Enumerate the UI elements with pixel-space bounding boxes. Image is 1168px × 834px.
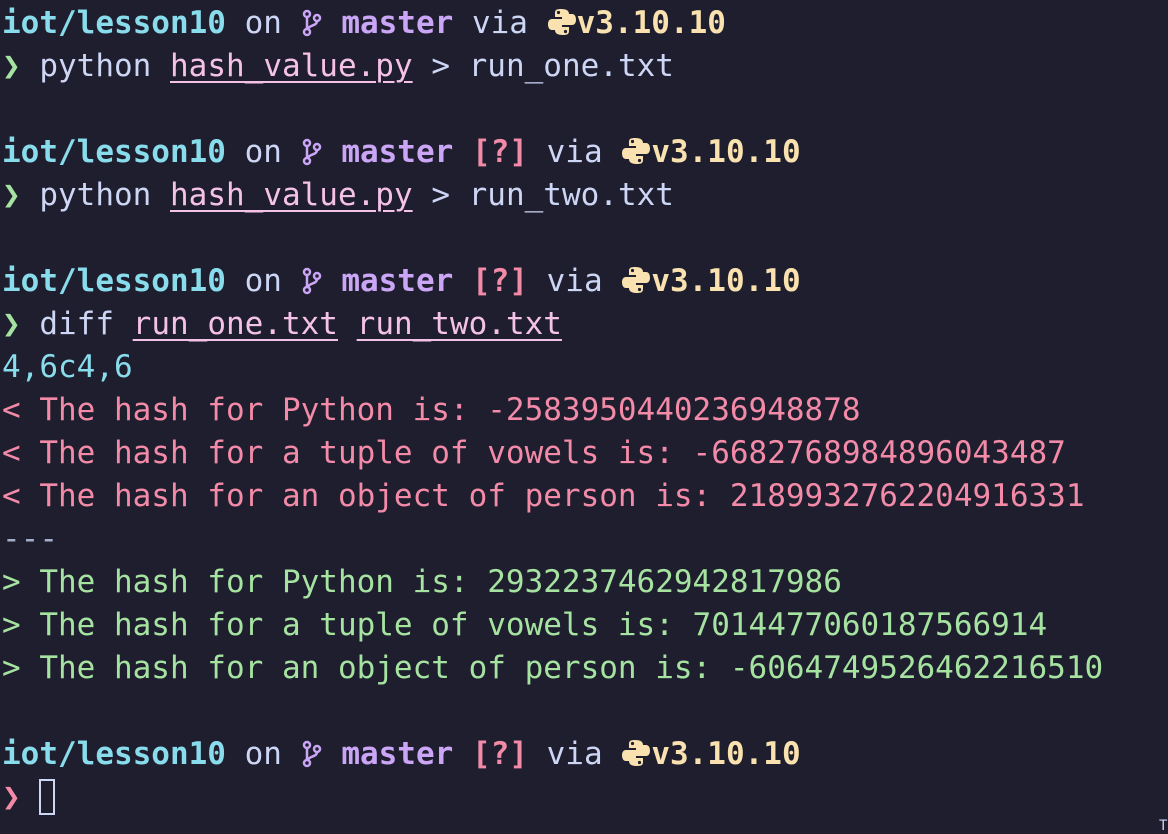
git-status: [?] [471, 134, 528, 170]
command-argument[interactable]: hash_value.py [170, 48, 413, 84]
command-argument[interactable]: run_two.txt [357, 306, 562, 342]
prompt-on-label: on [244, 134, 282, 170]
git-status: [?] [471, 263, 528, 299]
python-icon [621, 264, 651, 307]
git-branch-name: master [341, 263, 454, 299]
corner-glyph: T [1159, 818, 1168, 834]
prompt-via-label: via [546, 263, 603, 299]
command-line: ❯ python hash_value.py > run_one.txt [2, 45, 1168, 88]
git-branch-name: master [341, 736, 454, 772]
diff-added-line: > The hash for an object of person is: -… [2, 650, 1104, 686]
prompt-symbol: ❯ [2, 48, 21, 84]
command-line: ❯ python hash_value.py > run_two.txt [2, 174, 1168, 217]
prompt-symbol: ❯ [2, 779, 21, 815]
command-argument[interactable]: run_one.txt [133, 306, 338, 342]
git-branch-name: master [341, 5, 454, 41]
prompt-via-label: via [546, 736, 603, 772]
command-line: ❯ diff run_one.txt run_two.txt [2, 303, 1168, 346]
command-name: diff [39, 306, 114, 342]
python-icon [621, 135, 651, 178]
diff-separator: --- [2, 521, 58, 557]
diff-removed-line: < The hash for an object of person is: 2… [2, 478, 1085, 514]
command-name: python [39, 177, 152, 213]
python-icon [621, 737, 651, 780]
command-line[interactable]: ❯ [2, 776, 1168, 819]
git-branch-icon [301, 6, 323, 49]
prompt-directory: iot/lesson10 [2, 736, 226, 772]
prompt-via-label: via [471, 5, 528, 41]
prompt-symbol: ❯ [2, 306, 21, 342]
diff-removed-line: < The hash for Python is: -2583950440236… [2, 392, 861, 428]
prompt-line: iot/lesson10 on master via v3.10.10 [2, 2, 1168, 45]
python-version: v3.10.10 [651, 134, 801, 170]
diff-removed-line: < The hash for a tuple of vowels is: -66… [2, 435, 1066, 471]
command-redirect: > run_two.txt [431, 177, 674, 213]
prompt-on-label: on [244, 5, 282, 41]
terminal-cursor[interactable] [39, 779, 56, 815]
prompt-directory: iot/lesson10 [2, 134, 226, 170]
git-branch-name: master [341, 134, 454, 170]
git-branch-icon [301, 264, 323, 307]
python-version: v3.10.10 [651, 736, 801, 772]
prompt-directory: iot/lesson10 [2, 5, 226, 41]
command-name: python [39, 48, 152, 84]
python-version: v3.10.10 [651, 263, 801, 299]
diff-added-line: > The hash for Python is: 29322374629428… [2, 564, 842, 600]
prompt-symbol: ❯ [2, 177, 21, 213]
prompt-line: iot/lesson10 on master [?] via v3.10.10 [2, 260, 1168, 303]
prompt-on-label: on [244, 736, 282, 772]
prompt-line: iot/lesson10 on master [?] via v3.10.10 [2, 131, 1168, 174]
terminal-output[interactable]: iot/lesson10 on master via v3.10.10 ❯ py… [2, 2, 1168, 819]
prompt-via-label: via [546, 134, 603, 170]
git-branch-icon [301, 737, 323, 780]
git-status: [?] [471, 736, 528, 772]
prompt-line: iot/lesson10 on master [?] via v3.10.10 [2, 733, 1168, 776]
python-icon [547, 6, 577, 49]
prompt-directory: iot/lesson10 [2, 263, 226, 299]
git-branch-icon [301, 135, 323, 178]
command-argument[interactable]: hash_value.py [170, 177, 413, 213]
diff-hunk-header: 4,6c4,6 [2, 349, 133, 385]
diff-added-line: > The hash for a tuple of vowels is: 701… [2, 607, 1048, 643]
command-redirect: > run_one.txt [431, 48, 674, 84]
python-version: v3.10.10 [576, 5, 726, 41]
prompt-on-label: on [244, 263, 282, 299]
